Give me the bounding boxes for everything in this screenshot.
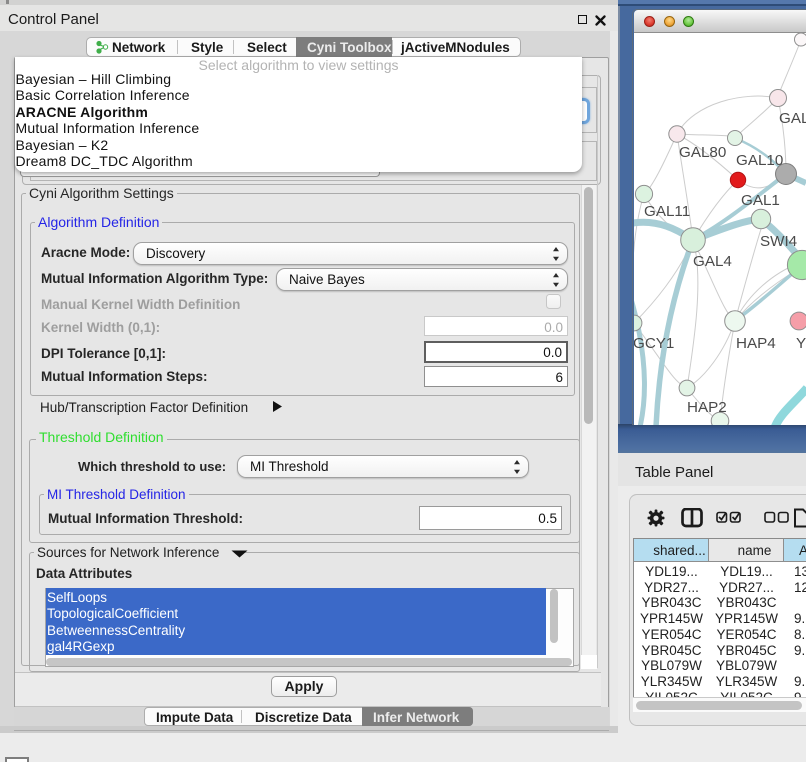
- svg-text:GAL1: GAL1: [741, 192, 780, 209]
- svg-text:GAL11: GAL11: [644, 203, 690, 220]
- svg-text:SWI4: SWI4: [760, 233, 797, 250]
- svg-text:GAL7: GAL7: [779, 110, 806, 127]
- svg-text:HAP4: HAP4: [736, 335, 776, 352]
- svg-text:GAL4: GAL4: [693, 253, 732, 270]
- svg-text:YJ: YJ: [796, 335, 806, 352]
- svg-text:GAL80: GAL80: [679, 144, 726, 161]
- svg-text:GCY1: GCY1: [634, 335, 674, 352]
- svg-text:HAP2: HAP2: [687, 399, 727, 416]
- svg-text:GAL10: GAL10: [736, 152, 783, 169]
